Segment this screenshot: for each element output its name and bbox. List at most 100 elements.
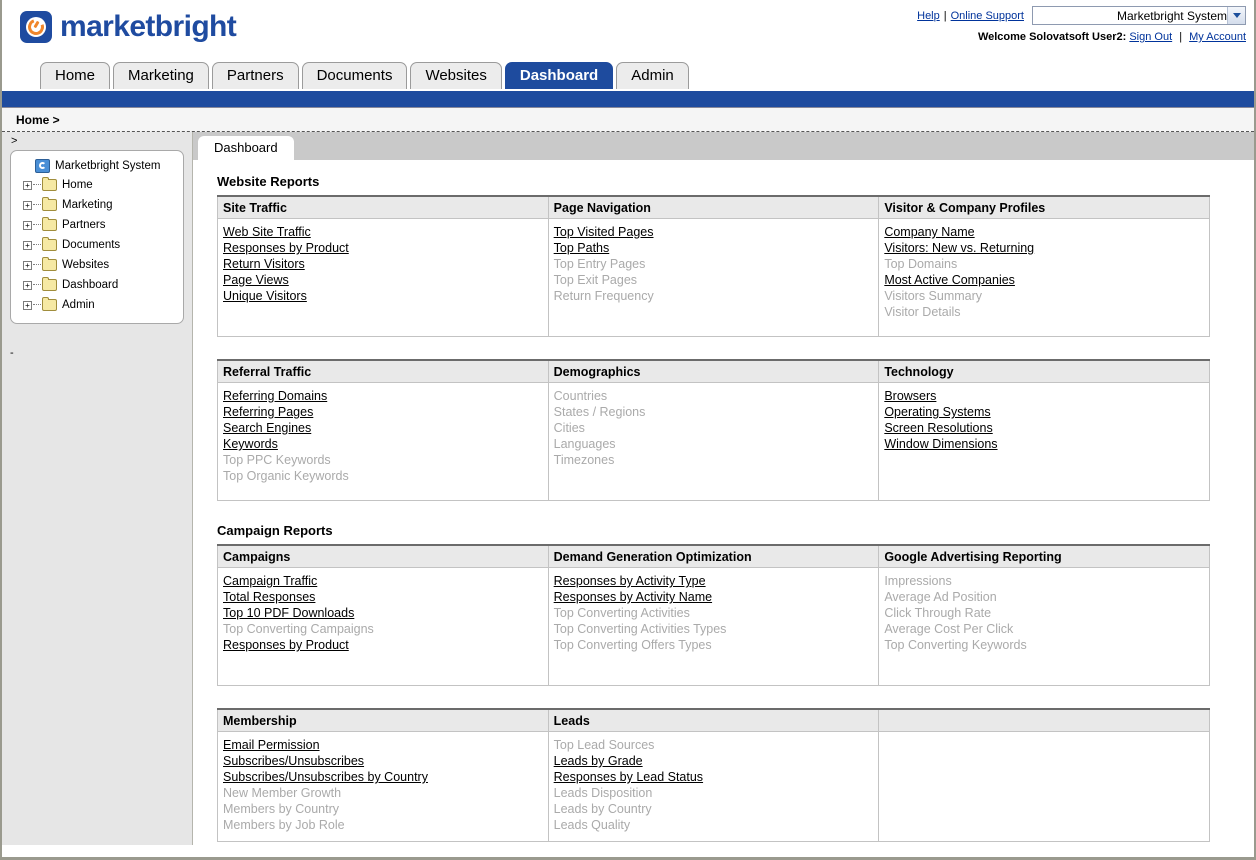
- expand-plus-icon[interactable]: +: [23, 281, 32, 290]
- report-link-cell: BrowsersOperating SystemsScreen Resoluti…: [879, 383, 1210, 501]
- report-link-cell: Email PermissionSubscribes/UnsubscribesS…: [218, 732, 549, 842]
- expand-plus-icon[interactable]: +: [23, 201, 32, 210]
- report-link[interactable]: Top Visited Pages: [554, 224, 874, 240]
- table-row: Email PermissionSubscribes/UnsubscribesS…: [218, 732, 1210, 842]
- sub-tab-dashboard[interactable]: Dashboard: [198, 136, 294, 160]
- report-link[interactable]: Responses by Lead Status: [554, 769, 874, 785]
- report-link[interactable]: Campaign Traffic: [223, 573, 543, 589]
- report-link[interactable]: Responses by Product: [223, 240, 543, 256]
- report-link[interactable]: Most Active Companies: [884, 272, 1204, 288]
- sidebar-secondary-toggle[interactable]: -: [10, 347, 14, 359]
- report-link[interactable]: Referring Domains: [223, 388, 543, 404]
- report-link[interactable]: Page Views: [223, 272, 543, 288]
- report-link[interactable]: Browsers: [884, 388, 1204, 404]
- report-link[interactable]: Email Permission: [223, 737, 543, 753]
- main-tab-admin[interactable]: Admin: [616, 62, 689, 89]
- help-separator: |: [944, 10, 947, 22]
- report-link[interactable]: Subscribes/Unsubscribes: [223, 753, 543, 769]
- tree-root[interactable]: Marketbright System: [19, 159, 177, 173]
- table-header-row: Referral TrafficDemographicsTechnology: [218, 360, 1210, 383]
- report-link[interactable]: Operating Systems: [884, 404, 1204, 420]
- report-link[interactable]: Web Site Traffic: [223, 224, 543, 240]
- report-link[interactable]: Company Name: [884, 224, 1204, 240]
- report-link[interactable]: Total Responses: [223, 589, 543, 605]
- expand-plus-icon[interactable]: +: [23, 221, 32, 230]
- brand-logo[interactable]: marketbright: [20, 11, 236, 43]
- header-utility-area: Help | Online Support Marketbright Syste…: [917, 6, 1246, 43]
- tree-root-label: Marketbright System: [55, 160, 160, 172]
- report-link[interactable]: Responses by Product: [223, 637, 543, 653]
- my-account-link[interactable]: My Account: [1189, 31, 1246, 43]
- sidebar-item-documents[interactable]: +Documents: [19, 235, 177, 255]
- report-link[interactable]: Referring Pages: [223, 404, 543, 420]
- sidebar-item-marketing[interactable]: +Marketing: [19, 195, 177, 215]
- expand-plus-icon[interactable]: +: [23, 301, 32, 310]
- nav-accent-bar: [2, 91, 1254, 108]
- report-link[interactable]: Window Dimensions: [884, 436, 1204, 452]
- report-link[interactable]: Return Visitors: [223, 256, 543, 272]
- dashboard-content: Website ReportsSite TrafficPage Navigati…: [193, 160, 1254, 842]
- tree-connector: [33, 204, 41, 206]
- folder-icon: [42, 239, 57, 251]
- report-link-disabled: New Member Growth: [223, 785, 543, 801]
- report-link[interactable]: Search Engines: [223, 420, 543, 436]
- report-link-disabled: Leads by Country: [554, 801, 874, 817]
- expand-plus-icon[interactable]: +: [23, 261, 32, 270]
- report-link[interactable]: Top 10 PDF Downloads: [223, 605, 543, 621]
- sidebar-item-admin[interactable]: +Admin: [19, 295, 177, 315]
- online-support-link[interactable]: Online Support: [951, 10, 1024, 22]
- tree-connector: [33, 244, 41, 246]
- main-tab-home[interactable]: Home: [40, 62, 110, 89]
- system-root-icon: [35, 159, 50, 173]
- report-link[interactable]: Leads by Grade: [554, 753, 874, 769]
- report-link-cell: [879, 732, 1210, 842]
- welcome-label: Welcome Solovatsoft User2:: [978, 31, 1126, 43]
- report-link[interactable]: Subscribes/Unsubscribes by Country: [223, 769, 543, 785]
- chevron-down-icon[interactable]: [1227, 7, 1245, 24]
- report-link-disabled: Top Converting Campaigns: [223, 621, 543, 637]
- main-tab-websites[interactable]: Websites: [410, 62, 501, 89]
- app-window: marketbright Help | Online Support Marke…: [0, 0, 1256, 860]
- report-table: MembershipLeadsEmail PermissionSubscribe…: [217, 708, 1210, 842]
- sidebar-collapse-toggle[interactable]: >: [2, 132, 192, 149]
- main-tab-documents[interactable]: Documents: [302, 62, 408, 89]
- column-header: Google Advertising Reporting: [879, 545, 1210, 568]
- help-link[interactable]: Help: [917, 10, 940, 22]
- expand-plus-icon[interactable]: +: [23, 241, 32, 250]
- column-header: Technology: [879, 360, 1210, 383]
- brand-name: marketbright: [60, 11, 236, 43]
- main-tab-dashboard[interactable]: Dashboard: [505, 62, 613, 89]
- report-table: Site TrafficPage NavigationVisitor & Com…: [217, 195, 1210, 337]
- report-link[interactable]: Responses by Activity Name: [554, 589, 874, 605]
- report-link[interactable]: Unique Visitors: [223, 288, 543, 304]
- report-link-disabled: Top Converting Keywords: [884, 637, 1204, 653]
- report-table: Referral TrafficDemographicsTechnologyRe…: [217, 359, 1210, 501]
- sidebar-item-partners[interactable]: +Partners: [19, 215, 177, 235]
- report-link-cell: CountriesStates / RegionsCitiesLanguages…: [548, 383, 879, 501]
- report-link[interactable]: Top Paths: [554, 240, 874, 256]
- sidebar-item-home[interactable]: +Home: [19, 175, 177, 195]
- expand-plus-icon[interactable]: +: [23, 181, 32, 190]
- column-header: Visitor & Company Profiles: [879, 196, 1210, 219]
- report-link[interactable]: Visitors: New vs. Returning: [884, 240, 1204, 256]
- report-link[interactable]: Responses by Activity Type: [554, 573, 874, 589]
- sidebar-item-dashboard[interactable]: + Dashboard: [19, 275, 177, 295]
- report-link[interactable]: Screen Resolutions: [884, 420, 1204, 436]
- sidebar-item-label: Dashboard: [62, 279, 118, 291]
- report-link-disabled: Click Through Rate: [884, 605, 1204, 621]
- system-select[interactable]: Marketbright System: [1032, 6, 1246, 25]
- column-header: Referral Traffic: [218, 360, 549, 383]
- report-link-disabled: Top Converting Activities Types: [554, 621, 874, 637]
- main-tab-marketing[interactable]: Marketing: [113, 62, 209, 89]
- main-tab-partners[interactable]: Partners: [212, 62, 299, 89]
- report-link[interactable]: Keywords: [223, 436, 543, 452]
- folder-icon: [42, 199, 57, 211]
- table-row: Campaign TrafficTotal ResponsesTop 10 PD…: [218, 568, 1210, 686]
- report-link-disabled: Top PPC Keywords: [223, 452, 543, 468]
- report-link-disabled: States / Regions: [554, 404, 874, 420]
- sidebar-item-websites[interactable]: +Websites: [19, 255, 177, 275]
- report-link-disabled: Impressions: [884, 573, 1204, 589]
- report-link-cell: Top Lead SourcesLeads by GradeResponses …: [548, 732, 879, 842]
- sign-out-link[interactable]: Sign Out: [1129, 31, 1172, 43]
- report-link-disabled: Cities: [554, 420, 874, 436]
